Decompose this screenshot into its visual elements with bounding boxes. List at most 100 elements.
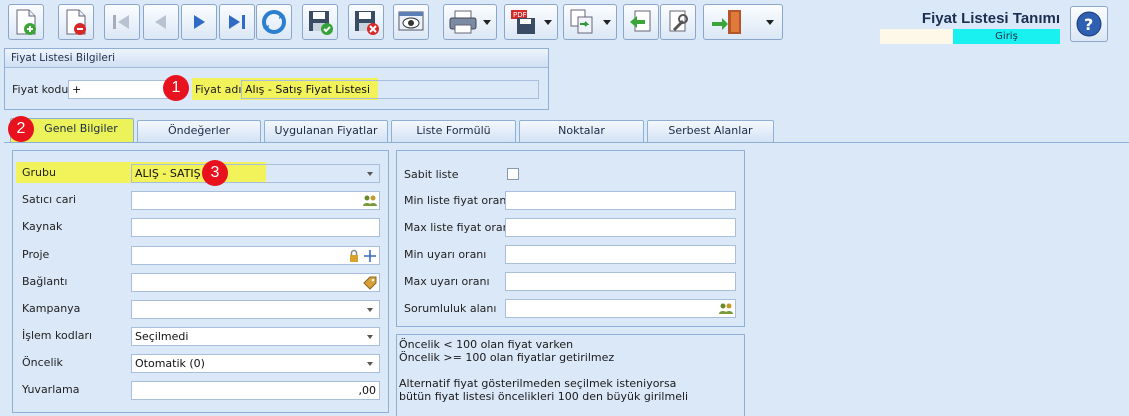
eye-icon bbox=[398, 11, 424, 31]
general-left-panel: Grubu ALIŞ - SATIŞ Satıcı cari Kaynak Pr… bbox=[12, 150, 389, 413]
chevron-down-icon bbox=[367, 172, 373, 176]
exit-door-icon bbox=[712, 10, 741, 34]
connection-label: Bağlantı bbox=[22, 275, 68, 288]
people-icon[interactable] bbox=[719, 302, 733, 316]
chevron-down-icon bbox=[367, 308, 373, 312]
marker-3: 3 bbox=[202, 160, 228, 186]
source-label: Kaynak bbox=[22, 220, 63, 233]
svg-text:PDF: PDF bbox=[513, 11, 527, 19]
printer-icon bbox=[449, 10, 477, 34]
campaign-label: Kampanya bbox=[22, 302, 81, 315]
wrench-icon bbox=[669, 10, 688, 32]
preview-button[interactable] bbox=[393, 4, 429, 40]
back-arrow-icon bbox=[630, 10, 651, 32]
tab-noktalar[interactable]: Noktalar bbox=[519, 120, 644, 142]
fixed-list-label: Sabit liste bbox=[404, 168, 459, 181]
pdf-save-icon: PDF bbox=[511, 10, 535, 34]
group-value: ALIŞ - SATIŞ bbox=[135, 167, 201, 180]
group-select[interactable]: ALIŞ - SATIŞ bbox=[131, 164, 380, 183]
refresh-button[interactable] bbox=[256, 4, 292, 40]
seller-account-input[interactable] bbox=[131, 191, 380, 210]
previous-icon bbox=[155, 15, 166, 29]
max-warning-ratio-input[interactable] bbox=[505, 272, 736, 291]
campaign-select[interactable] bbox=[131, 300, 380, 319]
document-minus-icon bbox=[66, 9, 86, 35]
max-list-price-ratio-label: Max liste fiyat oranı bbox=[404, 221, 513, 234]
min-list-price-ratio-input[interactable] bbox=[505, 191, 736, 210]
priority-select[interactable]: Otomatik (0) bbox=[131, 354, 380, 373]
tab-content: Grubu ALIŞ - SATIŞ Satıcı cari Kaynak Pr… bbox=[4, 142, 1129, 416]
chevron-down-icon bbox=[367, 335, 373, 339]
first-icon bbox=[113, 15, 129, 29]
group-label: Grubu bbox=[22, 166, 56, 179]
marker-2: 2 bbox=[8, 116, 34, 142]
back-button[interactable] bbox=[623, 4, 659, 40]
tab-liste-formulu[interactable]: Liste Formülü bbox=[391, 120, 516, 142]
copy-button[interactable] bbox=[563, 4, 617, 40]
price-name-value: Alış - Satış Fiyat Listesi bbox=[245, 83, 375, 96]
price-name-label: Fiyat adı bbox=[195, 83, 242, 96]
next-icon bbox=[194, 15, 205, 29]
print-button[interactable] bbox=[443, 4, 497, 40]
delete-record-button[interactable] bbox=[58, 4, 94, 40]
rounding-input[interactable]: ,00 bbox=[131, 381, 380, 400]
toolbar: PDF Fiyat Listesi Tanımı Giriş ? bbox=[0, 0, 1129, 46]
operation-codes-select[interactable]: Seçilmedi bbox=[131, 327, 380, 346]
note-line-3: Alternatif fiyat gösterilmeden seçilmek … bbox=[399, 377, 677, 390]
chevron-down-icon bbox=[367, 362, 373, 366]
save-cancel-icon bbox=[355, 11, 379, 35]
project-input[interactable] bbox=[131, 246, 380, 265]
responsibility-area-label: Sorumluluk alanı bbox=[404, 302, 497, 315]
people-icon[interactable] bbox=[363, 194, 377, 208]
source-input[interactable] bbox=[131, 218, 380, 237]
tab-serbest-alanlar[interactable]: Serbest Alanlar bbox=[647, 120, 774, 142]
rounding-label: Yuvarlama bbox=[22, 383, 80, 396]
tools-button[interactable] bbox=[660, 4, 696, 40]
refresh-icon bbox=[262, 10, 286, 34]
note-line-1: Öncelik < 100 olan fiyat varken bbox=[399, 338, 574, 351]
general-right-panel: Sabit liste Min liste fiyat oranı Max li… bbox=[396, 150, 745, 327]
max-list-price-ratio-input[interactable] bbox=[505, 218, 736, 237]
responsibility-area-input[interactable] bbox=[505, 299, 736, 318]
info-group-title: Fiyat Listesi Bilgileri bbox=[5, 49, 548, 68]
export-pdf-button[interactable]: PDF bbox=[504, 4, 558, 40]
save-close-button[interactable] bbox=[348, 4, 384, 40]
price-name-input[interactable]: Alış - Satış Fiyat Listesi bbox=[241, 80, 539, 99]
save-check-icon bbox=[309, 11, 333, 35]
min-warning-ratio-label: Min uyarı oranı bbox=[404, 248, 487, 261]
mode-strip: Giriş bbox=[880, 29, 1060, 44]
tab-ondegerler[interactable]: Öndeğerler bbox=[137, 120, 261, 142]
min-warning-ratio-input[interactable] bbox=[505, 245, 736, 264]
note-line-4: bütün fiyat listesi öncelikleri 100 den … bbox=[399, 390, 689, 403]
last-icon bbox=[229, 15, 245, 29]
next-record-button[interactable] bbox=[181, 4, 217, 40]
tag-icon[interactable] bbox=[363, 276, 377, 290]
copy-icon bbox=[570, 9, 593, 34]
note-line-2: Öncelik >= 100 olan fiyatlar getirilmez bbox=[399, 351, 615, 364]
first-record-button[interactable] bbox=[104, 4, 140, 40]
document-plus-icon bbox=[16, 9, 36, 35]
project-label: Proje bbox=[22, 248, 50, 261]
info-group: Fiyat Listesi Bilgileri Fiyat kodu + Fiy… bbox=[4, 48, 549, 110]
previous-record-button[interactable] bbox=[143, 4, 179, 40]
seller-account-label: Satıcı cari bbox=[22, 193, 77, 206]
priority-label: Öncelik bbox=[22, 356, 63, 369]
last-record-button[interactable] bbox=[219, 4, 255, 40]
exit-button[interactable] bbox=[703, 4, 783, 40]
new-record-button[interactable] bbox=[8, 4, 44, 40]
svg-text:?: ? bbox=[1084, 15, 1093, 34]
fixed-list-checkbox[interactable] bbox=[507, 168, 519, 180]
plus-icon[interactable] bbox=[363, 249, 377, 263]
tab-uygulanan-fiyatlar[interactable]: Uygulanan Fiyatlar bbox=[264, 120, 388, 142]
min-list-price-ratio-label: Min liste fiyat oranı bbox=[404, 194, 510, 207]
max-warning-ratio-label: Max uyarı oranı bbox=[404, 275, 490, 288]
window-title: Fiyat Listesi Tanımı bbox=[921, 10, 1060, 27]
marker-1: 1 bbox=[163, 75, 189, 101]
save-button[interactable] bbox=[302, 4, 338, 40]
help-button[interactable]: ? bbox=[1070, 6, 1108, 42]
mode-badge: Giriş bbox=[953, 29, 1060, 44]
priority-notes-panel: Öncelik < 100 olan fiyat varken Öncelik … bbox=[396, 334, 745, 416]
operation-codes-label: İşlem kodları bbox=[22, 329, 93, 342]
connection-input[interactable] bbox=[131, 273, 380, 292]
lock-icon[interactable] bbox=[347, 249, 361, 263]
